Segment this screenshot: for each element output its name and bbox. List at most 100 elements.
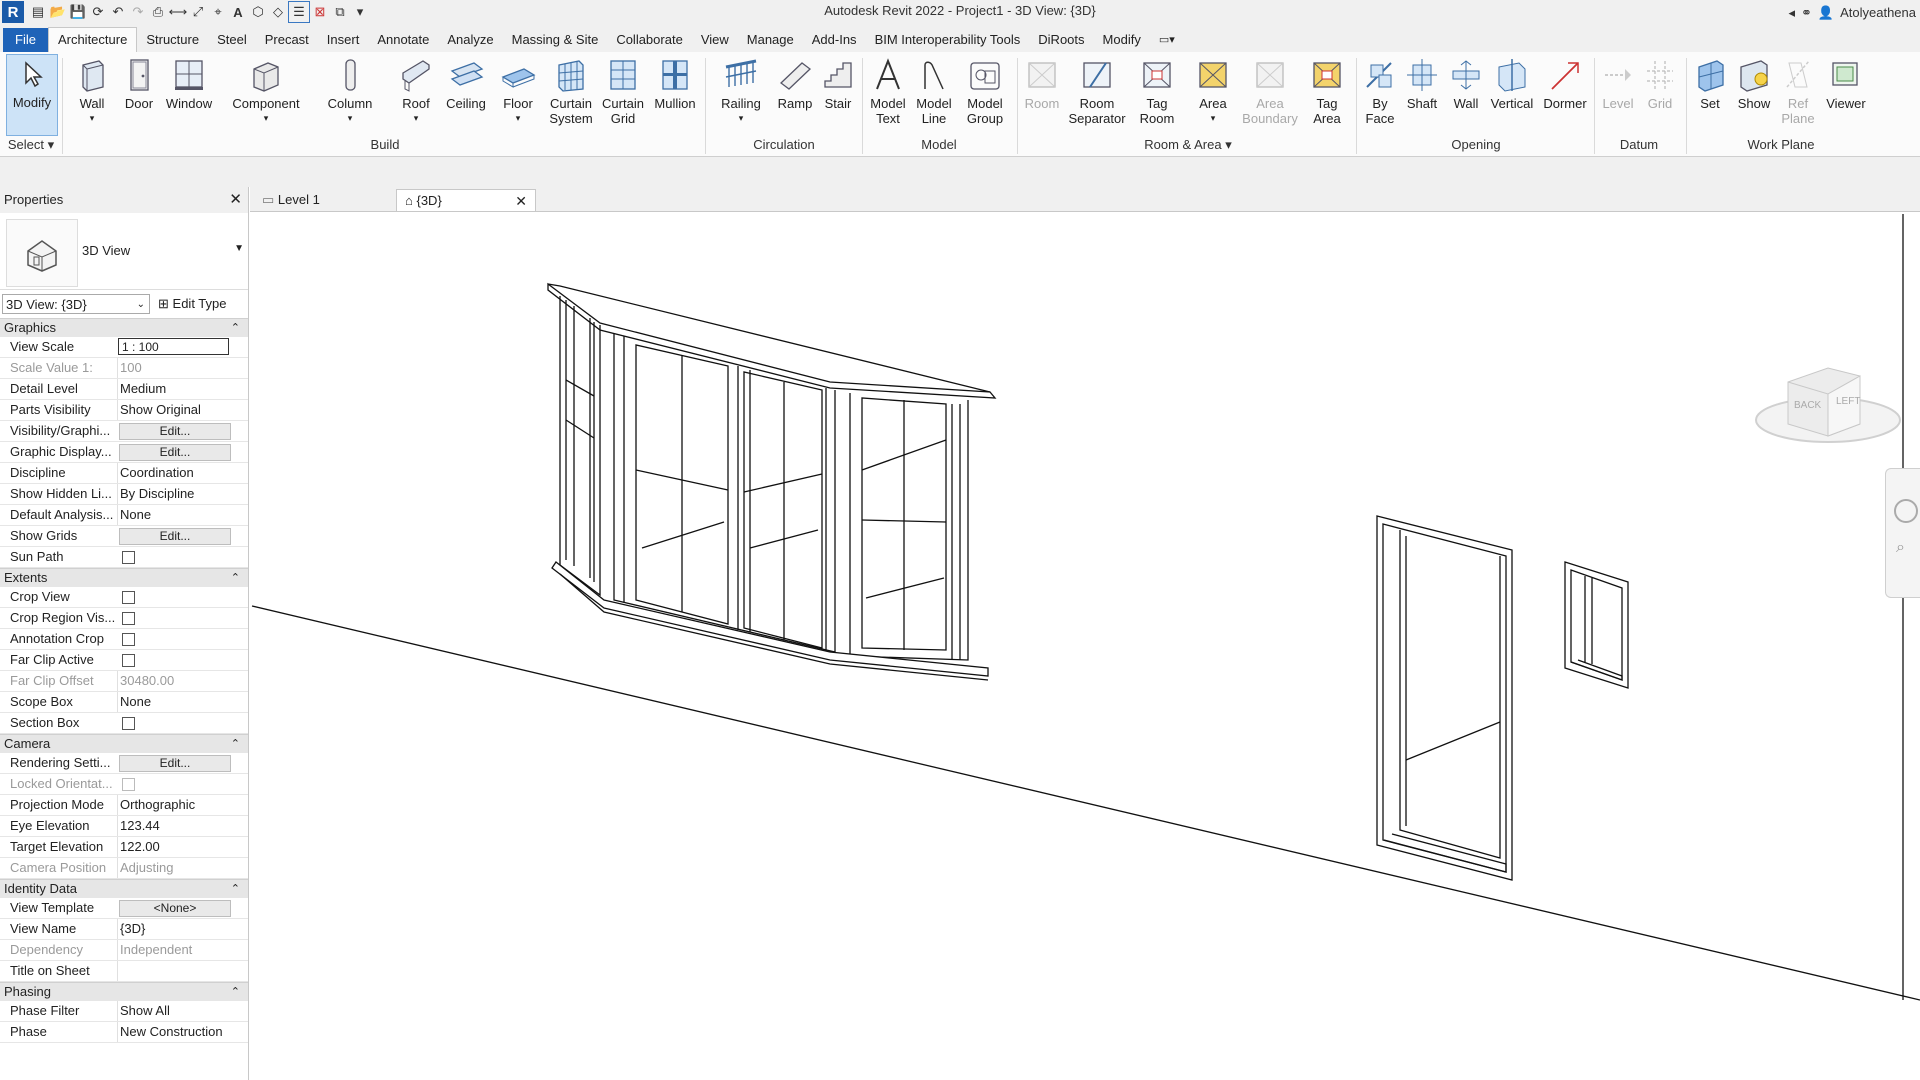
graphic-display-edit-button[interactable]: Edit...: [119, 444, 231, 461]
model-line-button[interactable]: Model Line: [912, 56, 956, 140]
area-button[interactable]: Area ▾: [1192, 56, 1234, 140]
stair-button[interactable]: Stair: [818, 56, 858, 140]
window-button[interactable]: Window: [164, 56, 214, 140]
curtain-system-button[interactable]: Curtain System: [546, 56, 596, 140]
text-icon[interactable]: A: [228, 2, 248, 22]
section-identity-data[interactable]: Identity Data ⌃: [0, 879, 248, 898]
grid-button[interactable]: Grid: [1642, 56, 1678, 140]
panel-select[interactable]: Select ▾: [6, 137, 56, 155]
tab-structure[interactable]: Structure: [137, 28, 208, 52]
ref-plane-button[interactable]: Ref Plane: [1778, 56, 1818, 140]
section-graphics[interactable]: Graphics ⌃: [0, 318, 248, 337]
mullion-button[interactable]: Mullion: [650, 56, 700, 140]
tab-add-ins[interactable]: Add-Ins: [803, 28, 866, 52]
tab-modify[interactable]: Modify: [1094, 28, 1150, 52]
room-button[interactable]: Room: [1022, 56, 1062, 140]
viewer-button[interactable]: Viewer: [1822, 56, 1870, 140]
close-hidden-windows-icon[interactable]: ⊠: [310, 2, 330, 22]
view-tab-3d[interactable]: ⌂ {3D} ✕: [396, 189, 536, 211]
sun-path-checkbox[interactable]: [122, 551, 135, 564]
3d-view-canvas[interactable]: BACK LEFT: [250, 212, 1920, 1080]
area-boundary-button[interactable]: Area Boundary: [1240, 56, 1300, 140]
tag-area-button[interactable]: Tag Area: [1304, 56, 1350, 140]
contextual-dropdown-icon[interactable]: ▭▾: [1150, 28, 1184, 52]
section-phasing[interactable]: Phasing ⌃: [0, 982, 248, 1001]
curtain-grid-button[interactable]: Curtain Grid: [600, 56, 646, 140]
tab-architecture[interactable]: Architecture: [47, 27, 138, 52]
open-icon[interactable]: 📂: [48, 2, 68, 22]
annotation-crop-checkbox[interactable]: [122, 633, 135, 646]
show-button[interactable]: Show: [1734, 56, 1774, 140]
save-icon[interactable]: 💾: [68, 2, 88, 22]
tab-massing-site[interactable]: Massing & Site: [503, 28, 608, 52]
modify-button[interactable]: Modify: [6, 54, 58, 136]
tab-precast[interactable]: Precast: [256, 28, 318, 52]
chevron-down-icon[interactable]: ▼: [234, 243, 244, 254]
close-tab-icon[interactable]: ✕: [515, 190, 527, 212]
tab-insert[interactable]: Insert: [318, 28, 369, 52]
switch-windows-icon[interactable]: ⧉: [330, 2, 350, 22]
tab-annotate[interactable]: Annotate: [368, 28, 438, 52]
set-button[interactable]: Set: [1692, 56, 1728, 140]
model-text-button[interactable]: Model Text: [866, 56, 910, 140]
section-icon[interactable]: ◇: [268, 2, 288, 22]
revit-logo-icon[interactable]: R: [2, 1, 24, 23]
view-cube[interactable]: BACK LEFT: [1750, 342, 1910, 462]
by-face-button[interactable]: By Face: [1362, 56, 1398, 140]
tab-bim-interoperability[interactable]: BIM Interoperability Tools: [866, 28, 1030, 52]
tab-analyze[interactable]: Analyze: [438, 28, 502, 52]
opening-wall-button[interactable]: Wall: [1448, 56, 1484, 140]
type-selector[interactable]: 3D View ▼: [0, 213, 248, 290]
crop-view-checkbox[interactable]: [122, 591, 135, 604]
sync-icon[interactable]: ⟳: [88, 2, 108, 22]
far-clip-checkbox[interactable]: [122, 654, 135, 667]
steering-wheel-icon[interactable]: [1894, 499, 1918, 523]
aligned-dimension-icon[interactable]: ⤢: [188, 2, 208, 22]
thin-lines-icon[interactable]: ☰: [288, 1, 310, 23]
room-separator-button[interactable]: Room Separator: [1068, 56, 1126, 140]
vis-graphics-edit-button[interactable]: Edit...: [119, 423, 231, 440]
ceiling-button[interactable]: Ceiling: [442, 56, 490, 140]
view-instance-dropdown[interactable]: 3D View: {3D} ⌄: [2, 294, 150, 314]
measure-icon[interactable]: ⟷: [168, 2, 188, 22]
view-tab-level-1[interactable]: ▭ Level 1: [254, 189, 394, 211]
dormer-button[interactable]: Dormer: [1540, 56, 1590, 140]
tab-collaborate[interactable]: Collaborate: [607, 28, 692, 52]
ramp-button[interactable]: Ramp: [774, 56, 816, 140]
section-extents[interactable]: Extents ⌃: [0, 568, 248, 587]
zoom-icon[interactable]: ⌕: [1896, 539, 1905, 557]
section-box-checkbox[interactable]: [122, 717, 135, 730]
tag-room-button[interactable]: Tag Room: [1132, 56, 1182, 140]
level-button[interactable]: Level: [1600, 56, 1636, 140]
view-cube-left-label[interactable]: LEFT: [1836, 396, 1860, 407]
rendering-edit-button[interactable]: Edit...: [119, 755, 231, 772]
redo-icon[interactable]: ↷: [128, 2, 148, 22]
tab-diroots[interactable]: DiRoots: [1029, 28, 1093, 52]
tab-file[interactable]: File: [3, 28, 48, 52]
view-scale-input[interactable]: 1 : 100: [118, 338, 229, 355]
binoculars-icon[interactable]: ⚭: [1801, 5, 1812, 21]
tab-view[interactable]: View: [692, 28, 738, 52]
user-icon[interactable]: 👤: [1818, 5, 1834, 21]
floor-button[interactable]: Floor ▾: [498, 56, 538, 140]
view-template-button[interactable]: <None>: [119, 900, 231, 917]
default-3d-view-icon[interactable]: ⬡: [248, 2, 268, 22]
customize-toolbar-icon[interactable]: ▾: [350, 2, 370, 22]
close-icon[interactable]: ✕: [229, 187, 242, 213]
vertical-button[interactable]: Vertical: [1488, 56, 1536, 140]
arrow-left-icon[interactable]: ◂: [1788, 5, 1795, 21]
edit-type-button[interactable]: ⊞ Edit Type: [158, 294, 227, 314]
show-grids-edit-button[interactable]: Edit...: [119, 528, 231, 545]
section-camera[interactable]: Camera ⌃: [0, 734, 248, 753]
print-icon[interactable]: ⎙: [148, 2, 168, 22]
component-button[interactable]: Component ▾: [228, 56, 304, 140]
column-button[interactable]: Column ▾: [324, 56, 376, 140]
crop-region-checkbox[interactable]: [122, 612, 135, 625]
tab-manage[interactable]: Manage: [738, 28, 803, 52]
railing-button[interactable]: Railing ▾: [716, 56, 766, 140]
undo-icon[interactable]: ↶: [108, 2, 128, 22]
wall-button[interactable]: Wall ▾: [72, 56, 112, 140]
roof-button[interactable]: Roof ▾: [396, 56, 436, 140]
tab-steel[interactable]: Steel: [208, 28, 256, 52]
user-name[interactable]: Atolyeathena: [1840, 5, 1916, 20]
